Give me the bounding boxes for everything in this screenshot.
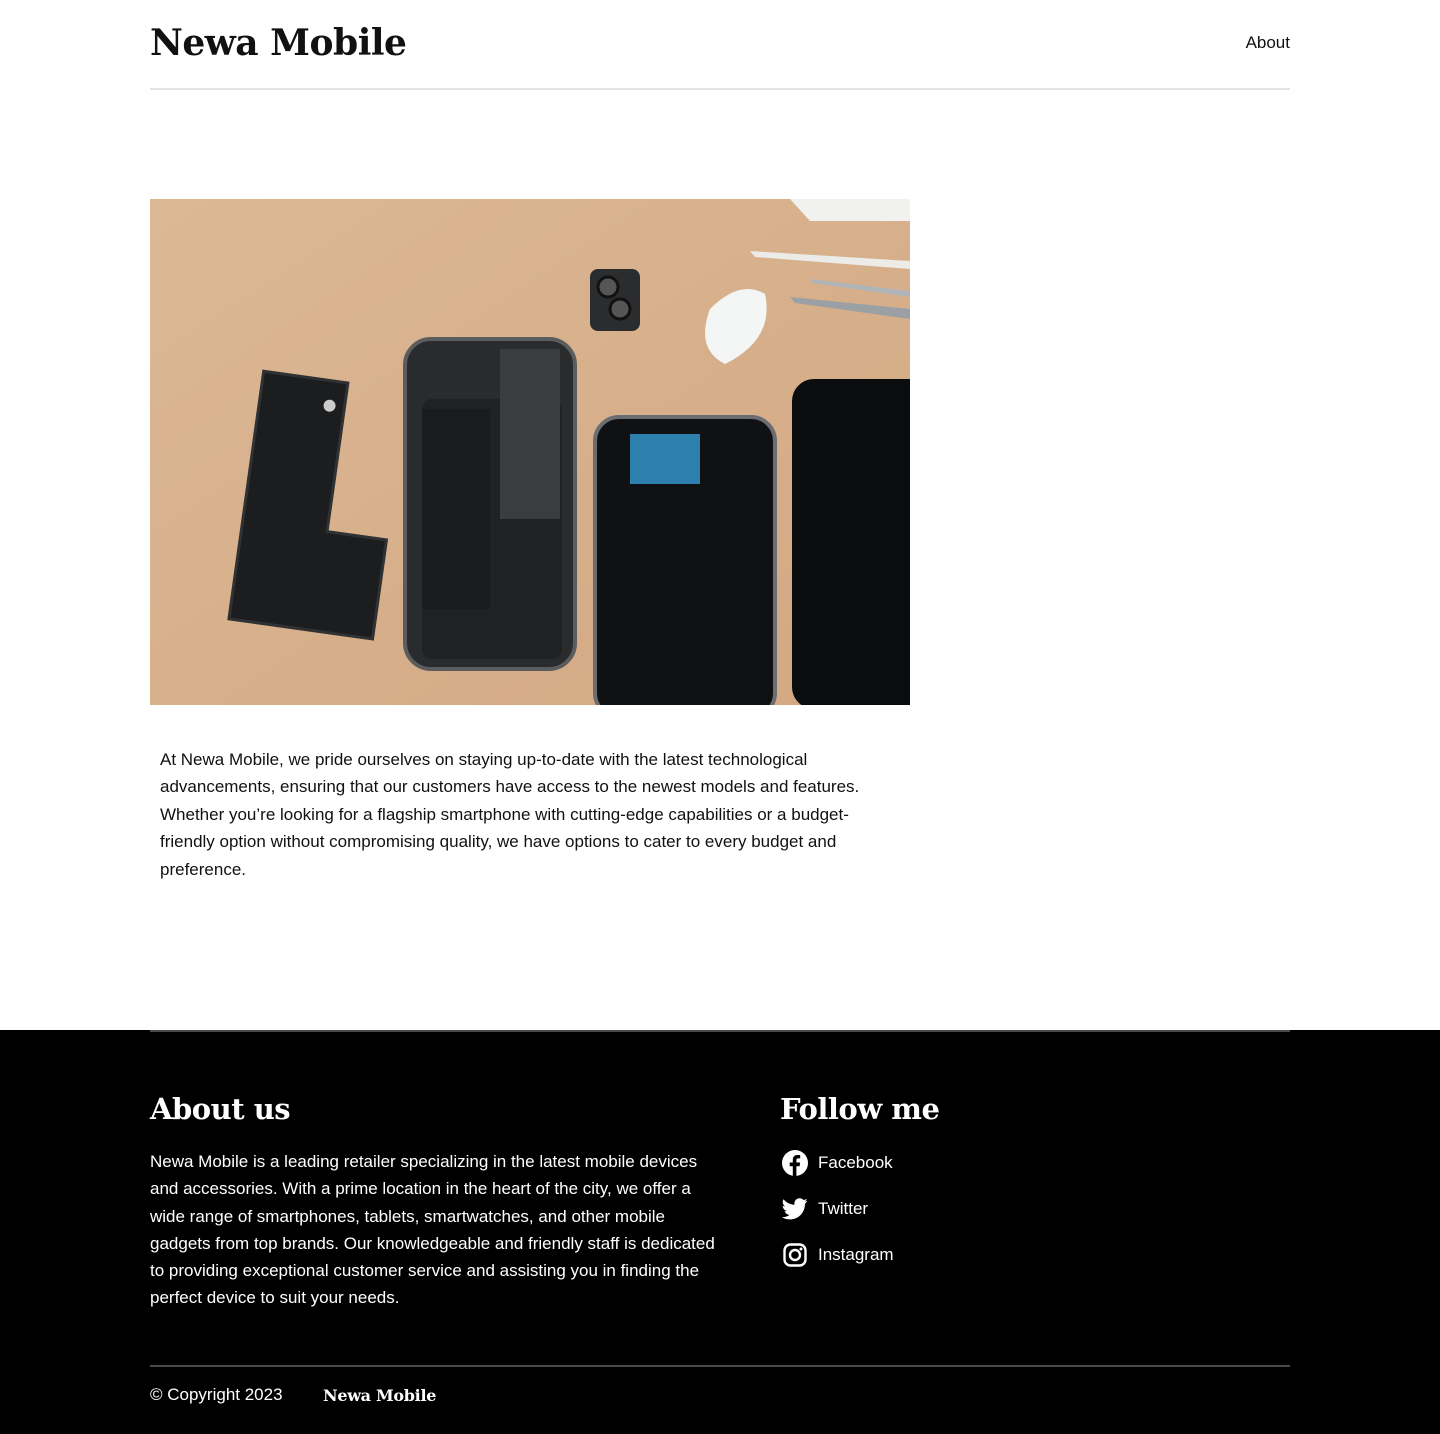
copyright-text: © Copyright 2023 <box>150 1385 283 1404</box>
facebook-icon <box>780 1148 810 1178</box>
social-link-instagram[interactable]: Instagram <box>780 1240 894 1270</box>
social-label: Facebook <box>818 1153 893 1172</box>
about-text: Newa Mobile is a leading retailer specia… <box>150 1152 715 1308</box>
twitter-icon <box>780 1194 810 1224</box>
social-label: Instagram <box>818 1245 894 1264</box>
site-logo[interactable]: Newa Mobile <box>150 22 407 64</box>
footer-brand[interactable]: Newa Mobile <box>323 1386 436 1405</box>
intro-paragraph: At Newa Mobile, we pride ourselves on st… <box>160 750 860 879</box>
instagram-icon <box>780 1240 810 1270</box>
social-label: Twitter <box>818 1199 869 1218</box>
footer-divider <box>150 1030 1290 1032</box>
footer-bottom-divider <box>150 1365 1290 1367</box>
follow-heading: Follow me <box>780 1092 940 1126</box>
site-header: Newa Mobile About <box>150 0 1290 90</box>
hero-image <box>150 199 910 705</box>
nav-about-link[interactable]: About <box>1246 33 1290 53</box>
disassembled-phone-photo <box>150 199 910 705</box>
site-footer: About us Newa Mobile is a leading retail… <box>0 1030 1440 1434</box>
social-link-facebook[interactable]: Facebook <box>780 1148 894 1178</box>
social-link-twitter[interactable]: Twitter <box>780 1194 894 1224</box>
social-links: Facebook Twitter Instagram <box>780 1148 894 1286</box>
about-heading: About us <box>150 1092 291 1126</box>
